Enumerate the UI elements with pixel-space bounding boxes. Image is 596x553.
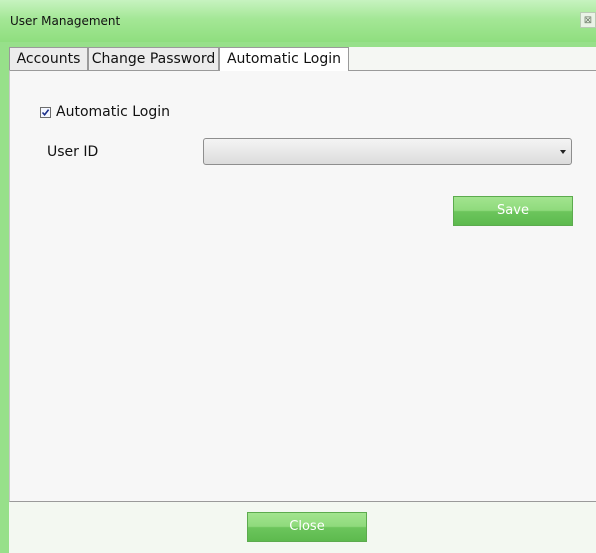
title-bar: User Management ⊠ <box>0 0 596 42</box>
automatic-login-label: Automatic Login <box>56 104 171 120</box>
window-left-border <box>0 42 9 553</box>
user-id-label: User ID <box>47 144 99 160</box>
tab-automatic-login[interactable]: Automatic Login <box>219 47 349 71</box>
user-management-window: User Management ⊠ Accounts Change Passwo… <box>0 0 596 553</box>
tab-change-password[interactable]: Change Password <box>88 47 219 70</box>
dropdown-arrow-icon[interactable] <box>560 150 566 154</box>
tab-accounts[interactable]: Accounts <box>9 47 88 70</box>
automatic-login-option[interactable]: Automatic Login <box>40 103 170 121</box>
close-window-icon[interactable]: ⊠ <box>580 12 596 28</box>
tab-content-panel <box>9 70 596 502</box>
checkmark-icon <box>41 108 50 116</box>
tab-strip: Accounts Change Password Automatic Login <box>9 47 596 71</box>
automatic-login-checkbox[interactable] <box>40 106 51 118</box>
window-title: User Management <box>10 14 121 28</box>
user-id-select[interactable] <box>203 138 572 165</box>
save-button[interactable]: Save <box>453 196 573 226</box>
close-button[interactable]: Close <box>247 512 367 542</box>
